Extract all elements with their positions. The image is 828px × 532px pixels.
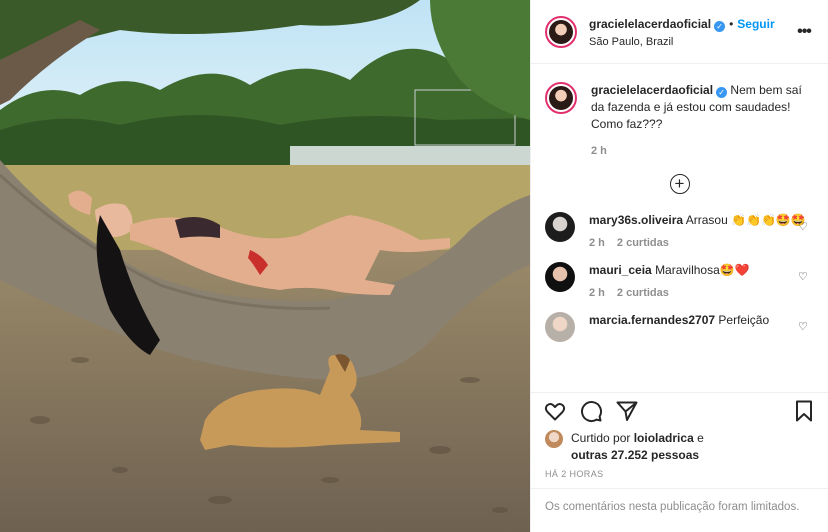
- caption: gracielelacerdaoficial ✓ Nem bem saí da f…: [545, 64, 814, 160]
- comment-item: mauri_ceia Maravilhosa🤩❤️ 2 h2 curtidas …: [545, 262, 814, 302]
- action-bar: [531, 392, 828, 428]
- comment-likes[interactable]: 2 curtidas: [617, 237, 669, 249]
- separator: •: [729, 17, 734, 31]
- post-header: gracielelacerdaoficial ✓ • Seguir São Paulo…: [531, 0, 828, 64]
- liker-avatar[interactable]: [545, 430, 563, 448]
- post-photo[interactable]: [0, 0, 530, 532]
- comment-body: mauri_ceia Maravilhosa🤩❤️ 2 h 2 curtidas: [589, 262, 814, 302]
- caption-avatar[interactable]: [545, 82, 577, 114]
- photo-illustration: [0, 0, 530, 532]
- comment-avatar[interactable]: [545, 312, 575, 342]
- comment-username[interactable]: mary36s.oliveira: [589, 213, 683, 227]
- instagram-post: gracielelacerdaoficial ✓ • Seguir São Paulo…: [0, 0, 828, 532]
- ellipsis-icon: •••: [797, 22, 812, 40]
- caption-username[interactable]: gracielelacerdaoficial: [591, 83, 713, 97]
- post-timestamp[interactable]: HÁ 2 HORAS: [545, 469, 604, 479]
- comment-username[interactable]: marcia.fernandes2707: [589, 313, 715, 327]
- comment-body: mary36s.oliveira Arrasou 👏👏👏🤩🤩 2 h 2 curt…: [589, 212, 814, 252]
- likes-summary: Curtido por loioladrica e outras 27.252 …: [545, 430, 814, 464]
- comment-text: Arrasou 👏👏👏🤩🤩: [685, 213, 806, 227]
- comment-item: marcia.fernandes2707 Perfeição ♡: [545, 312, 814, 342]
- comments-section: gracielelacerdaoficial ✓ Nem bem saí da f…: [531, 64, 828, 392]
- comment-item: mary36s.oliveira Arrasou 👏👏👏🤩🤩 2 h 2 curt…: [545, 212, 814, 252]
- comment-time[interactable]: 2 h: [589, 237, 605, 249]
- heart-outline-icon[interactable]: ♡: [798, 220, 810, 233]
- heart-outline-icon[interactable]: ♡: [798, 270, 810, 283]
- more-options-button[interactable]: •••: [794, 23, 814, 41]
- likes-text: Curtido por loioladrica e outras 27.252 …: [571, 430, 704, 464]
- comment-bubble-icon[interactable]: [579, 399, 603, 423]
- comment-meta: 2 h 2 curtidas: [589, 235, 814, 252]
- caption-meta: 2 h: [591, 143, 814, 160]
- comment-meta: 2 h 2 curtidas: [589, 285, 814, 302]
- verified-badge-icon: ✓: [714, 21, 726, 32]
- comment-avatar[interactable]: [545, 262, 575, 292]
- comments-limited-notice: Os comentários nesta publicação foram li…: [531, 488, 828, 532]
- comment-text: Perfeição: [718, 313, 770, 327]
- comment-likes[interactable]: 2 curtidas: [617, 287, 669, 299]
- likes-connector: e: [697, 431, 704, 445]
- location-link[interactable]: São Paulo, Brazil: [589, 36, 794, 48]
- comment-username[interactable]: mauri_ceia: [589, 263, 652, 277]
- comment-time[interactable]: 2 h: [589, 287, 605, 299]
- post-sidebar: gracielelacerdaoficial ✓ • Seguir São Paulo…: [530, 0, 828, 532]
- comment-text: Maravilhosa🤩❤️: [655, 263, 750, 277]
- header-text: gracielelacerdaoficial ✓ • Seguir São Paulo…: [589, 15, 794, 48]
- likes-count[interactable]: outras 27.252 pessoas: [571, 448, 699, 462]
- comment-avatar[interactable]: [545, 212, 575, 242]
- plus-circle-icon: +: [669, 174, 690, 194]
- author-avatar[interactable]: [545, 15, 577, 48]
- heart-outline-icon[interactable]: [543, 399, 567, 423]
- paper-plane-icon[interactable]: [615, 399, 639, 423]
- likes-prefix: Curtido por: [571, 431, 631, 445]
- liker-username[interactable]: loioladrica: [634, 431, 694, 445]
- caption-body: gracielelacerdaoficial ✓ Nem bem saí da f…: [591, 82, 814, 160]
- heart-outline-icon[interactable]: ♡: [798, 320, 810, 333]
- follow-button[interactable]: Seguir: [737, 17, 774, 31]
- bookmark-icon[interactable]: [792, 399, 816, 423]
- author-username[interactable]: gracielelacerdaoficial: [589, 17, 711, 31]
- verified-badge-icon: ✓: [716, 87, 728, 98]
- load-more-comments[interactable]: +: [545, 174, 814, 194]
- comment-body: marcia.fernandes2707 Perfeição: [589, 312, 814, 342]
- caption-time[interactable]: 2 h: [591, 145, 607, 157]
